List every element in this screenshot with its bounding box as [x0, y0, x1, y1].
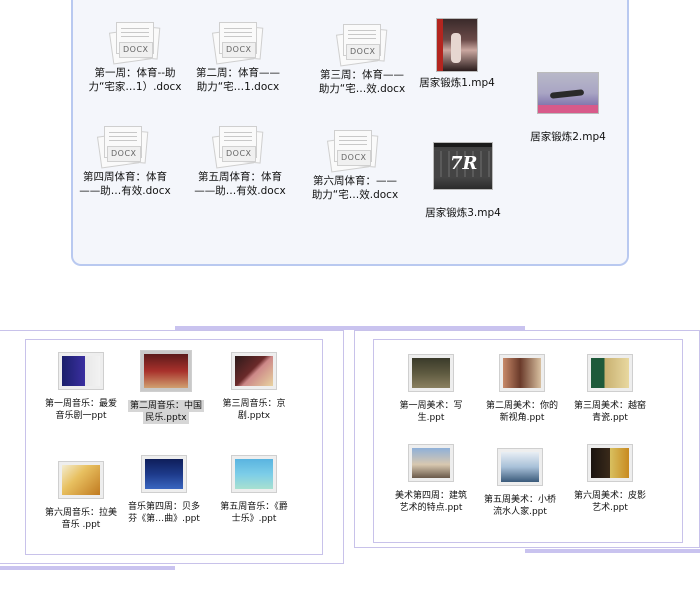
file-label: 第五周音乐：《爵	[220, 502, 288, 512]
file-label: 音乐 .ppt	[61, 520, 101, 530]
ppt-thumbnail	[58, 352, 104, 390]
file-label: 民乐.pptx	[143, 412, 189, 424]
ppt-thumbnail	[497, 448, 543, 486]
decorative-bar	[0, 566, 175, 570]
file-label: 居家锻炼2.mp4	[530, 131, 606, 143]
file-label: 助力“宅…1.docx	[196, 81, 280, 93]
ppt-thumbnail	[499, 354, 545, 392]
file-label: 艺术.ppt	[592, 503, 628, 513]
file-label: 生.ppt	[417, 413, 445, 423]
ppt-thumbnail	[141, 455, 187, 493]
file-label: 第五周美术：小桥	[483, 495, 556, 505]
file-label: 第五周体育：体育	[198, 171, 282, 183]
file-label: 第一周美术：写	[399, 401, 463, 411]
ppt-file-music-week5[interactable]: 第五周音乐：《爵 士乐》.ppt	[206, 455, 302, 525]
ppt-file-music-week1[interactable]: 第一周音乐：最爱 音乐剧一ppt	[33, 352, 129, 422]
video-thumbnail	[436, 18, 478, 72]
file-label: 第二周美术：你的	[485, 401, 558, 411]
ppt-thumbnail	[408, 354, 454, 392]
ppt-file-art-week2[interactable]: 第二周美术：你的 新视角.ppt	[475, 354, 569, 424]
ppt-file-art-week5[interactable]: 第五周美术：小桥 流水人家.ppt	[471, 448, 569, 518]
ppt-thumbnail	[231, 352, 277, 390]
docx-file-icon: DOCX	[96, 124, 150, 169]
video-thumbnail	[537, 72, 599, 114]
file-label: 艺术的特点.ppt	[399, 503, 463, 513]
file-label: 青瓷.ppt	[592, 413, 628, 423]
video-file-2[interactable]: 居家锻炼2.mp4	[518, 72, 618, 144]
docx-file-week6[interactable]: DOCX 第六周体育：—— 助力“宅…效.docx	[303, 128, 407, 202]
docx-file-week5[interactable]: DOCX 第五周体育：体育 ——助…有效.docx	[188, 124, 292, 198]
file-label: 第三周音乐：京	[222, 399, 286, 409]
video-logo: 7R	[450, 153, 478, 174]
file-label: 助力“宅…效.docx	[318, 83, 406, 95]
file-label: 芬《第…曲》.ppt	[128, 514, 200, 524]
ppt-file-music-week3[interactable]: 第三周音乐：京 剧.pptx	[212, 352, 296, 422]
file-label: ——助…有效.docx	[194, 185, 286, 197]
ppt-thumbnail	[408, 444, 454, 482]
file-label: 第二周音乐：中国	[127, 400, 204, 412]
file-label: 剧.pptx	[237, 411, 271, 421]
ppt-thumbnail	[587, 354, 633, 392]
file-label: 第三周：体育——	[320, 69, 404, 81]
file-label: 音乐第四周：贝多	[127, 502, 200, 512]
ppt-file-art-week3[interactable]: 第三周美术：越窑 青瓷.ppt	[563, 354, 657, 424]
docx-file-week2[interactable]: DOCX 第二周：体育—— 助力“宅…1.docx	[188, 20, 288, 94]
docx-file-week4[interactable]: DOCX 第四周体育：体育 ——助…有效.docx	[73, 124, 177, 198]
docx-file-icon: DOCX	[108, 20, 162, 65]
file-label: 助力“宅…效.docx	[311, 189, 399, 201]
ppt-thumbnail	[58, 461, 104, 499]
ppt-thumbnail	[140, 350, 192, 392]
file-label: 第一周音乐：最爱	[44, 399, 117, 409]
docx-file-icon: DOCX	[211, 20, 265, 65]
ppt-file-art-week4[interactable]: 美术第四周：建筑 艺术的特点.ppt	[382, 444, 480, 514]
file-label: 第二周：体育——	[196, 67, 280, 79]
file-label: ——助…有效.docx	[79, 185, 171, 197]
video-file-3[interactable]: 7R 居家锻炼3.mp4	[415, 142, 511, 220]
docx-file-week1[interactable]: DOCX 第一周：体育--助 力“宅家…1）.docx	[85, 20, 185, 94]
ppt-file-music-week6[interactable]: 第六周音乐：拉美 音乐 .ppt	[33, 461, 129, 531]
file-label: 流水人家.ppt	[493, 507, 547, 517]
ppt-thumbnail	[231, 455, 277, 493]
ppt-file-music-week2[interactable]: 第二周音乐：中国 民乐.pptx	[118, 350, 214, 424]
docx-file-icon: DOCX	[211, 124, 265, 169]
ppt-file-music-week4[interactable]: 音乐第四周：贝多 芬《第…曲》.ppt	[116, 455, 212, 525]
video-thumbnail: 7R	[433, 142, 493, 190]
ppt-thumbnail	[587, 444, 633, 482]
ppt-file-art-week6[interactable]: 第六周美术：皮影 艺术.ppt	[562, 444, 658, 514]
file-label: 第四周体育：体育	[83, 171, 167, 183]
video-file-1[interactable]: 居家锻炼1.mp4	[412, 18, 502, 90]
docx-file-icon: DOCX	[335, 22, 389, 67]
file-label: 第三周美术：越窑	[573, 401, 646, 411]
decorative-bar	[525, 549, 700, 553]
file-label: 第六周音乐：拉美	[44, 508, 117, 518]
file-label: 美术第四周：建筑	[394, 491, 467, 501]
ppt-file-art-week1[interactable]: 第一周美术：写 生.ppt	[384, 354, 478, 424]
file-label: 第六周美术：皮影	[573, 491, 646, 501]
file-label: 音乐剧一ppt	[55, 411, 107, 421]
file-label: 居家锻炼1.mp4	[419, 77, 495, 89]
docx-file-icon: DOCX	[326, 128, 380, 173]
file-label: 士乐》.ppt	[231, 514, 277, 524]
file-label: 力“宅家…1）.docx	[88, 81, 182, 93]
file-label: 新视角.ppt	[499, 413, 545, 423]
docx-file-week3[interactable]: DOCX 第三周：体育—— 助力“宅…效.docx	[312, 22, 412, 96]
file-label: 第一周：体育--助	[94, 67, 176, 79]
file-label: 第六周体育：——	[313, 175, 397, 187]
file-label: 居家锻炼3.mp4	[425, 207, 501, 219]
